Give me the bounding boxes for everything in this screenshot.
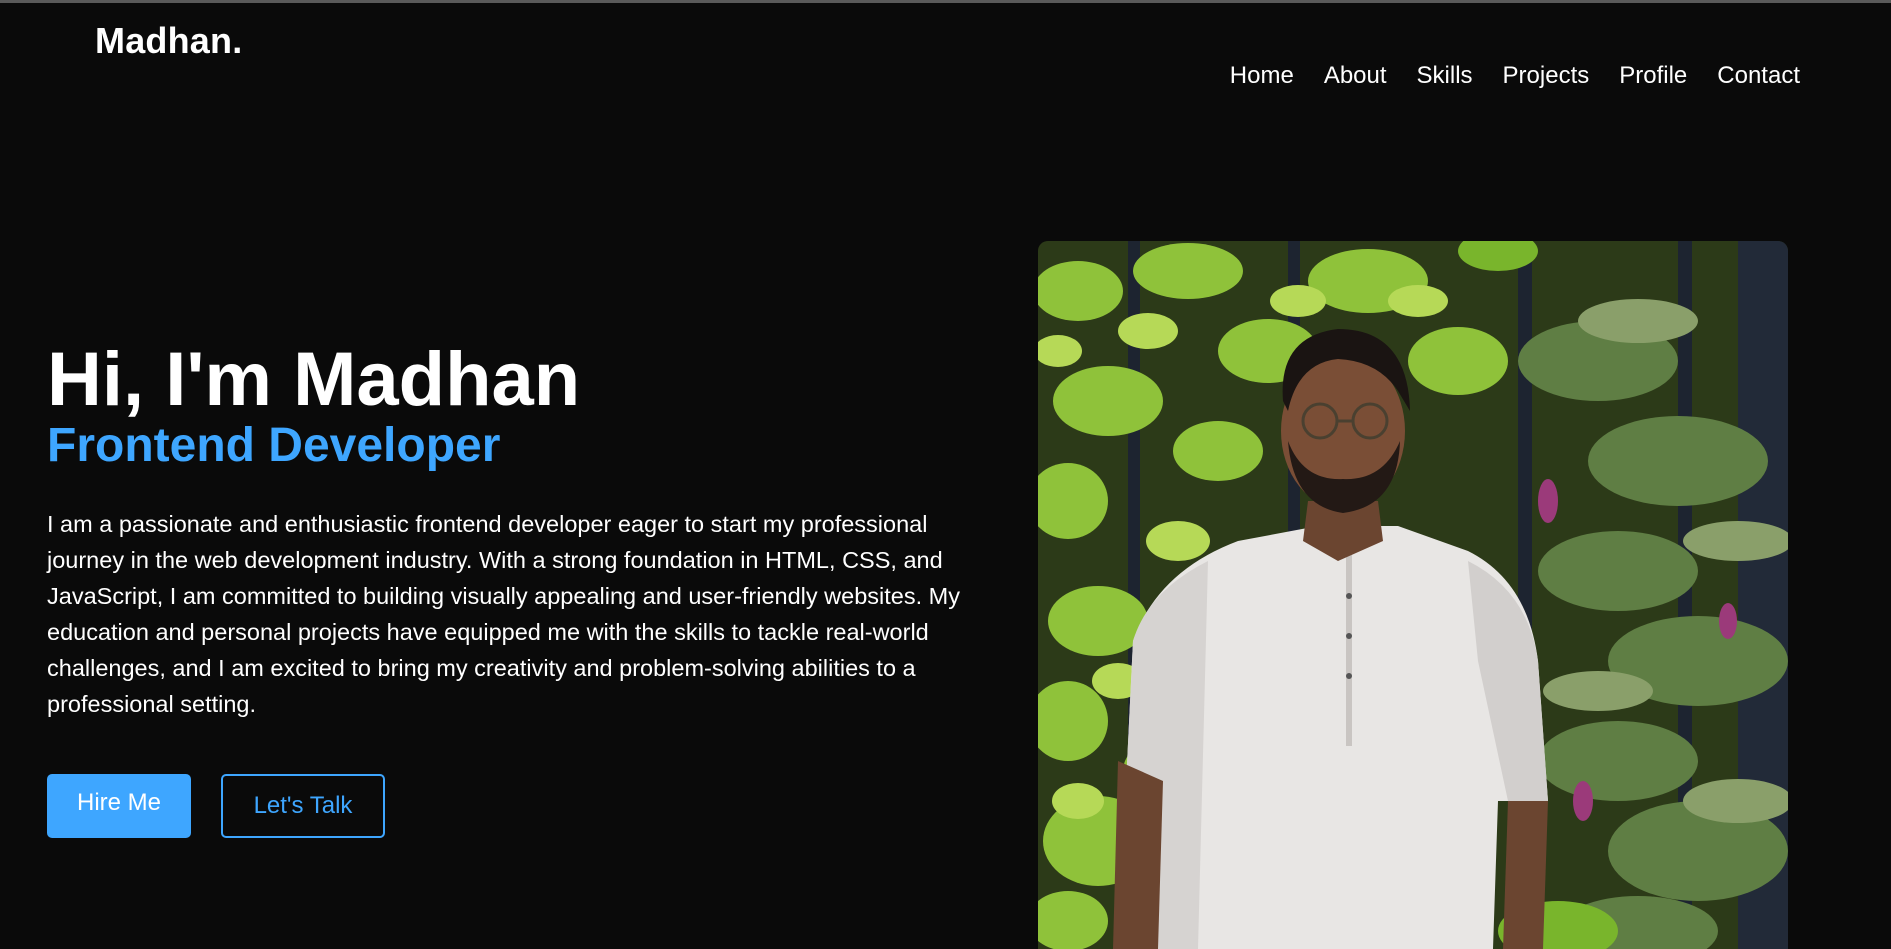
hero-buttons: Hire Me Let's Talk (47, 774, 967, 838)
nav-skills[interactable]: Skills (1417, 62, 1473, 90)
nav-about[interactable]: About (1324, 62, 1387, 90)
nav-home[interactable]: Home (1230, 62, 1294, 90)
hero-title: Hi, I'm Madhan (47, 337, 581, 422)
top-border (0, 0, 1891, 3)
lets-talk-button[interactable]: Let's Talk (221, 774, 385, 838)
hire-me-button[interactable]: Hire Me (47, 774, 191, 838)
nav-contact[interactable]: Contact (1717, 62, 1800, 90)
hero-subtitle: Frontend Developer (47, 419, 501, 472)
nav-projects[interactable]: Projects (1503, 62, 1590, 90)
hero-description: I am a passionate and enthusiastic front… (47, 511, 961, 717)
hero-section: Hi, I'm Madhan Frontend Developer I am a… (47, 336, 967, 838)
nav-profile[interactable]: Profile (1619, 62, 1687, 90)
profile-photo (1038, 241, 1788, 949)
site-logo[interactable]: Madhan. (95, 20, 242, 62)
main-nav: Home About Skills Projects Profile Conta… (1230, 62, 1800, 90)
